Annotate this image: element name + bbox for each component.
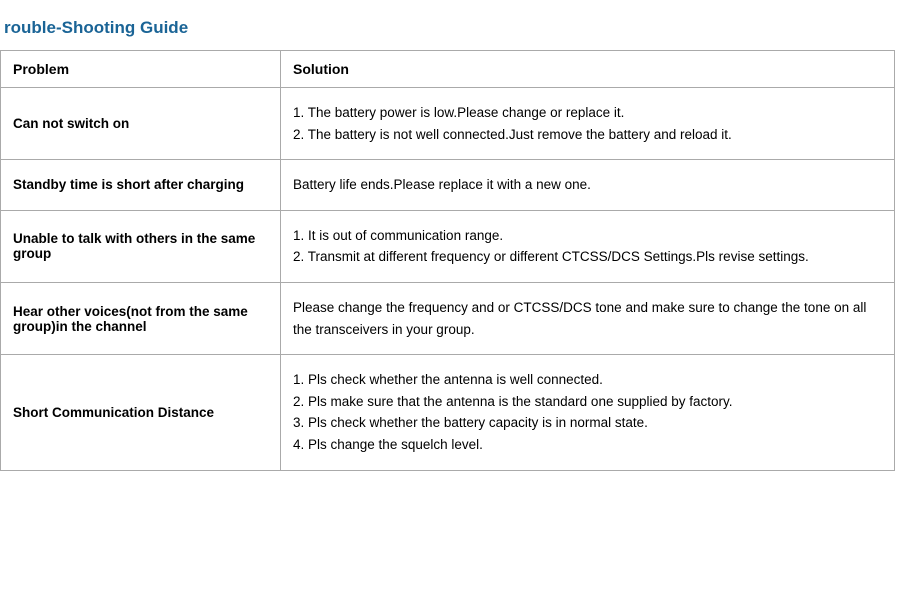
header-problem: Problem — [1, 51, 281, 88]
page-container: rouble-Shooting Guide Problem Solution C… — [0, 0, 900, 481]
table-row: Short Communication Distance1. Pls check… — [1, 355, 895, 470]
table-row: Hear other voices(not from the same grou… — [1, 282, 895, 354]
table-row: Standby time is short after chargingBatt… — [1, 160, 895, 211]
solution-cell-0: 1. The battery power is low.Please chang… — [281, 88, 895, 160]
solution-cell-1: Battery life ends.Please replace it with… — [281, 160, 895, 211]
troubleshooting-table: Problem Solution Can not switch on1. The… — [0, 50, 895, 471]
table-row: Can not switch on1. The battery power is… — [1, 88, 895, 160]
solution-cell-2: 1. It is out of communication range.2. T… — [281, 210, 895, 282]
page-title: rouble-Shooting Guide — [0, 10, 895, 46]
problem-cell-3: Hear other voices(not from the same grou… — [1, 282, 281, 354]
solution-cell-3: Please change the frequency and or CTCSS… — [281, 282, 895, 354]
problem-cell-0: Can not switch on — [1, 88, 281, 160]
table-row: Unable to talk with others in the same g… — [1, 210, 895, 282]
problem-cell-2: Unable to talk with others in the same g… — [1, 210, 281, 282]
solution-cell-4: 1. Pls check whether the antenna is well… — [281, 355, 895, 470]
problem-cell-4: Short Communication Distance — [1, 355, 281, 470]
problem-cell-1: Standby time is short after charging — [1, 160, 281, 211]
header-solution: Solution — [281, 51, 895, 88]
